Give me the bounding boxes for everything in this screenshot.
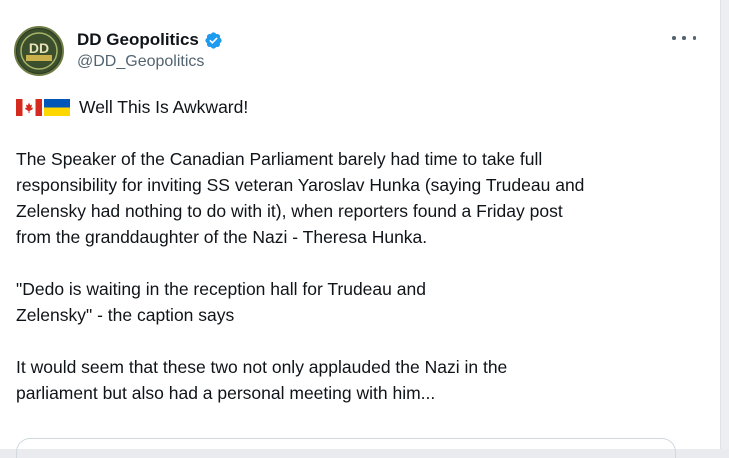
tweet-card: DD DD Geopolitics @DD_Geopolitics Well T… xyxy=(0,0,721,458)
tweet-header: DD DD Geopolitics @DD_Geopolitics xyxy=(14,26,696,78)
ukraine-flag-icon xyxy=(44,98,70,116)
author-handle[interactable]: @DD_Geopolitics xyxy=(77,52,223,72)
tweet-paragraph-3: It would seem that these two not only ap… xyxy=(16,357,508,403)
tweet-paragraph-2: "Dedo is waiting in the reception hall f… xyxy=(16,279,426,325)
tweet-headline-line: Well This Is Awkward! xyxy=(16,94,706,120)
tweet-text: Well This Is Awkward! The Speaker of the… xyxy=(16,94,706,432)
canada-flag-icon xyxy=(16,98,42,116)
verified-badge-icon xyxy=(204,31,223,50)
tweet-headline: Well This Is Awkward! xyxy=(79,97,249,117)
page-background-strip xyxy=(721,0,729,449)
avatar-logo-icon: DD xyxy=(17,29,61,73)
tweet-paragraph-1: The Speaker of the Canadian Parliament b… xyxy=(16,149,585,247)
author-display-name[interactable]: DD Geopolitics xyxy=(77,30,199,50)
avatar-text: DD xyxy=(29,40,49,56)
author-names: DD Geopolitics @DD_Geopolitics xyxy=(77,30,223,72)
media-preview-edge[interactable] xyxy=(16,438,676,458)
avatar[interactable]: DD xyxy=(14,26,64,76)
more-options-icon[interactable] xyxy=(672,28,696,48)
